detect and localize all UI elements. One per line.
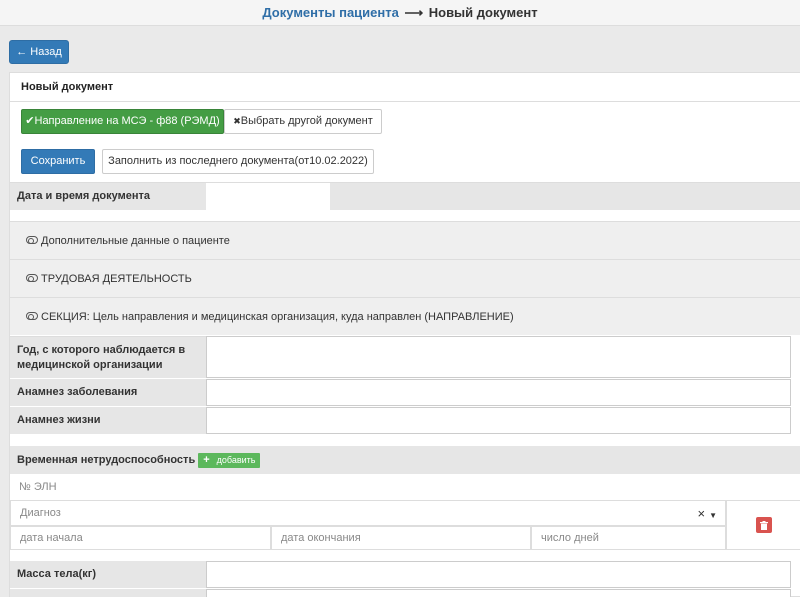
anamnesis-disease-label: Анамнез заболевания <box>10 379 206 406</box>
back-button-label: Назад <box>30 46 62 58</box>
anamnesis-life-label: Анамнез жизни <box>10 407 206 434</box>
end-date-placeholder: дата окончания <box>281 532 361 544</box>
end-date-input[interactable]: дата окончания <box>271 526 531 550</box>
diagnosis-placeholder: Диагноз <box>20 507 61 519</box>
check-icon: ✔ <box>25 115 35 127</box>
diagnosis-controls: × ▼ <box>697 506 717 521</box>
temporary-disability-title: Временная нетрудоспособность <box>17 454 196 466</box>
start-date-placeholder: дата начала <box>20 532 83 544</box>
body-weight-input[interactable] <box>206 561 791 588</box>
section-label: СЕКЦИЯ: Цель направления и медицинская о… <box>41 311 514 323</box>
anamnesis-disease-input[interactable] <box>206 379 791 406</box>
choose-other-document-label: Выбрать другой документ <box>240 115 373 127</box>
plus-icon: + <box>203 454 210 466</box>
section-label: ТРУДОВАЯ ДЕЯТЕЛЬНОСТЬ <box>41 273 192 285</box>
choose-other-document-button[interactable]: ✖Выбрать другой документ <box>224 109 382 134</box>
observation-year-label: Год, с которого наблюдается в медицинско… <box>10 336 206 378</box>
date-time-input[interactable] <box>206 183 330 209</box>
back-button[interactable]: ← Назад <box>9 40 69 64</box>
spacer <box>10 550 800 561</box>
days-count-placeholder: число дней <box>541 532 599 544</box>
next-row-input[interactable] <box>206 589 791 597</box>
document-type-selected-button[interactable]: ✔Направление на МСЭ - ф88 (РЭМД) <box>21 109 224 134</box>
breadcrumb-patient-documents-link[interactable]: Документы пациента <box>262 5 398 20</box>
section-label: Дополнительные данные о пациенте <box>41 235 230 247</box>
section-additional-patient-data[interactable]: Дополнительные данные о пациенте <box>10 221 800 259</box>
eln-number-input[interactable]: № ЭЛН <box>10 474 800 500</box>
delete-cell <box>726 500 800 550</box>
diagnosis-select[interactable]: Диагноз × ▼ <box>10 500 726 526</box>
clear-icon[interactable]: × <box>697 506 705 521</box>
spacer <box>10 210 800 221</box>
toggle-icon <box>26 312 38 321</box>
start-date-input[interactable]: дата начала <box>10 526 271 550</box>
new-document-panel: Новый документ ✔Направление на МСЭ - ф88… <box>9 72 800 597</box>
trash-icon <box>759 520 768 530</box>
temporary-disability-header: Временная нетрудоспособность + добавить <box>10 446 800 474</box>
next-row-label <box>10 589 206 597</box>
eln-placeholder: № ЭЛН <box>19 481 57 493</box>
delete-button[interactable] <box>755 517 772 533</box>
add-label: добавить <box>216 455 256 465</box>
toggle-icon <box>26 274 38 283</box>
close-icon: ✖ <box>233 116 241 126</box>
section-referral-purpose[interactable]: СЕКЦИЯ: Цель направления и медицинская о… <box>10 297 800 335</box>
section-employment[interactable]: ТРУДОВАЯ ДЕЯТЕЛЬНОСТЬ <box>10 259 800 297</box>
observation-year-input[interactable] <box>206 336 791 378</box>
arrow-left-icon: ← <box>16 46 28 58</box>
spacer <box>10 435 800 446</box>
breadcrumb: Документы пациента ⟶ Новый документ <box>0 0 800 26</box>
chevron-down-icon[interactable]: ▼ <box>709 511 717 520</box>
body-weight-label: Масса тела(кг) <box>10 561 206 588</box>
anamnesis-life-input[interactable] <box>206 407 791 434</box>
panel-title: Новый документ <box>10 73 800 102</box>
save-button[interactable]: Сохранить <box>21 149 95 174</box>
toggle-icon <box>26 236 38 245</box>
fill-from-last-document-button[interactable]: Заполнить из последнего документа(от10.0… <box>102 149 374 174</box>
document-type-label: Направление на МСЭ - ф88 (РЭМД) <box>34 115 220 127</box>
date-time-label: Дата и время документа <box>10 183 206 210</box>
date-row-filler <box>330 183 800 210</box>
breadcrumb-arrow-icon: ⟶ <box>404 5 424 20</box>
add-disability-button[interactable]: + добавить <box>198 452 261 468</box>
breadcrumb-current: Новый документ <box>428 5 538 20</box>
days-count-input[interactable]: число дней <box>531 526 726 550</box>
